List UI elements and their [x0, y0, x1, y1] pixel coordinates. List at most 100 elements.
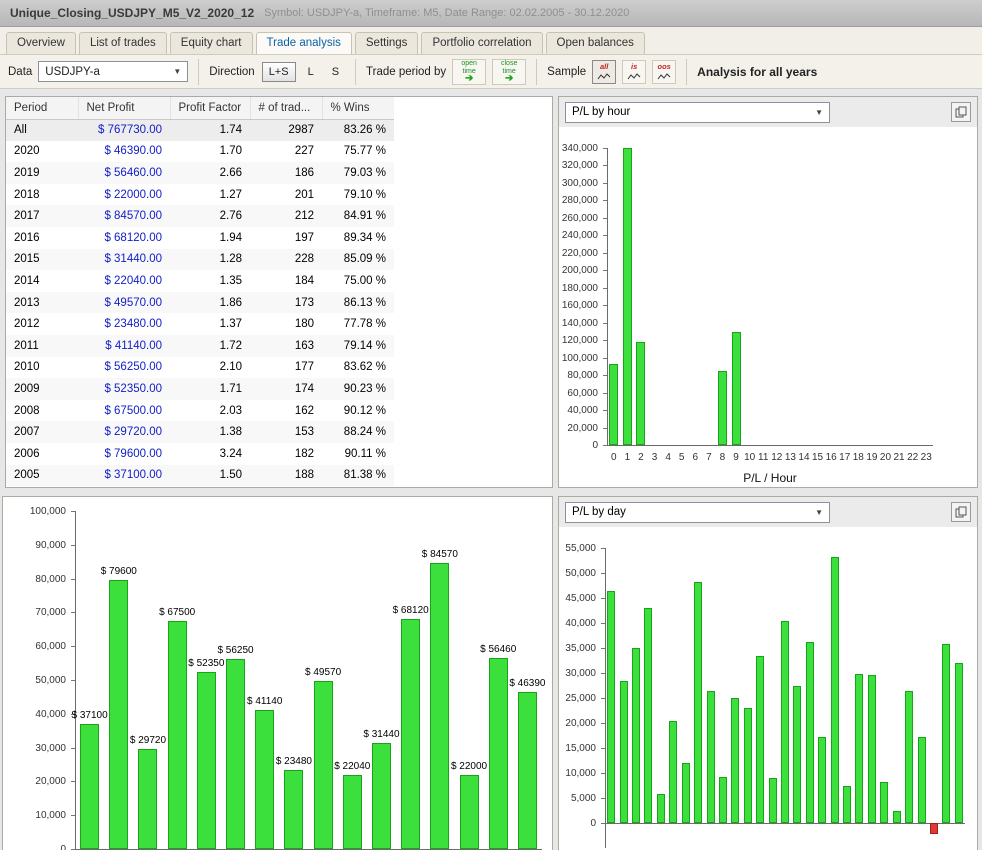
- chart-bar: [769, 778, 777, 823]
- y-axis-tick-label: 20,000: [559, 718, 596, 729]
- sample-out-of-sample-button[interactable]: oos: [652, 60, 676, 84]
- y-axis-tick-label: 40,000: [559, 618, 596, 629]
- direction-l-s-button[interactable]: L+S: [262, 62, 296, 82]
- cell-of-trad: 162: [250, 400, 322, 422]
- x-axis-tick-label: 16: [826, 452, 837, 463]
- chart-bar: [893, 811, 901, 823]
- table-row-2019[interactable]: 2019$ 56460.002.6618679.03 %: [6, 162, 394, 184]
- tab-overview[interactable]: Overview: [6, 32, 76, 54]
- table-row-2010[interactable]: 2010$ 56250.002.1017783.62 %: [6, 357, 394, 379]
- bar-value-label: $ 31440: [363, 729, 399, 740]
- table-row-2014[interactable]: 2014$ 22040.001.3518475.00 %: [6, 270, 394, 292]
- column-header-period[interactable]: Period: [6, 97, 78, 119]
- table-row-2016[interactable]: 2016$ 68120.001.9419789.34 %: [6, 227, 394, 249]
- table-row-2017[interactable]: 2017$ 84570.002.7621284.91 %: [6, 205, 394, 227]
- bar-value-label: $ 52350: [188, 658, 224, 669]
- x-axis-tick-label: 0: [611, 452, 617, 463]
- cell-period: 2007: [6, 421, 78, 443]
- tab-portfolio-correlation[interactable]: Portfolio correlation: [421, 32, 542, 54]
- table-row-2015[interactable]: 2015$ 31440.001.2822885.09 %: [6, 249, 394, 271]
- tab-open-balances[interactable]: Open balances: [546, 32, 645, 54]
- trade-period-open-time-button[interactable]: open time ➔: [452, 59, 486, 85]
- trade-period-close-time-button[interactable]: close time ➔: [492, 59, 526, 85]
- pl-by-hour-chart: 020,00040,00060,00080,000100,000120,0001…: [559, 127, 977, 487]
- y-axis-tick-label: 80,000: [3, 574, 66, 585]
- mini-chart-icon: [597, 72, 611, 81]
- table-row-2007[interactable]: 2007$ 29720.001.3815388.24 %: [6, 421, 394, 443]
- column-header-net-profit[interactable]: Net Profit: [78, 97, 170, 119]
- table-row-2020[interactable]: 2020$ 46390.001.7022775.77 %: [6, 141, 394, 163]
- tab-equity-chart[interactable]: Equity chart: [170, 32, 253, 54]
- cell-net-profit: $ 31440.00: [78, 249, 170, 271]
- cell-period: 2016: [6, 227, 78, 249]
- x-axis-tick-label: 3: [652, 452, 658, 463]
- x-axis-tick-label: 19: [866, 452, 877, 463]
- table-row-2013[interactable]: 2013$ 49570.001.8617386.13 %: [6, 292, 394, 314]
- table-row-2009[interactable]: 2009$ 52350.001.7117490.23 %: [6, 378, 394, 400]
- y-axis-tick-label: 10,000: [559, 768, 596, 779]
- y-axis-tick-label: 40,000: [559, 405, 598, 416]
- tab-list-of-trades[interactable]: List of trades: [79, 32, 167, 54]
- table-row-2018[interactable]: 2018$ 22000.001.2720179.10 %: [6, 184, 394, 206]
- copy-chart-button[interactable]: [951, 102, 971, 122]
- direction-l-button[interactable]: L: [302, 63, 320, 81]
- bar-value-label: $ 37100: [72, 710, 108, 721]
- table-row-2008[interactable]: 2008$ 67500.002.0316290.12 %: [6, 400, 394, 422]
- chart-bar: [138, 749, 157, 849]
- cell-of-trad: 197: [250, 227, 322, 249]
- column-header-of-trad[interactable]: # of trad...: [250, 97, 322, 119]
- y-axis-tick-label: 320,000: [559, 160, 598, 171]
- day-chart-selector[interactable]: P/L by day ▼: [565, 502, 830, 523]
- y-axis-tick-label: 55,000: [559, 543, 596, 554]
- chart-bar: [518, 692, 537, 849]
- chart-bar: [109, 580, 128, 849]
- column-header-profit-factor[interactable]: Profit Factor: [170, 97, 250, 119]
- table-row-2005[interactable]: 2005$ 37100.001.5018881.38 %: [6, 465, 394, 487]
- pl-by-day-panel: P/L by day ▼ 05,00010,00015,00020,00025,…: [558, 496, 978, 850]
- copy-icon: [955, 506, 967, 518]
- direction-s-button[interactable]: S: [326, 63, 345, 81]
- chart-bar: [756, 656, 764, 824]
- x-axis-tick-label: 23: [921, 452, 932, 463]
- cell-period: 2019: [6, 162, 78, 184]
- chart-bar: [855, 674, 863, 824]
- x-axis-tick-label: 22: [907, 452, 918, 463]
- analysis-title: Analysis for all years: [697, 65, 817, 79]
- chart-bar: [955, 663, 963, 823]
- table-row-2011[interactable]: 2011$ 41140.001.7216379.14 %: [6, 335, 394, 357]
- table-row-2012[interactable]: 2012$ 23480.001.3718077.78 %: [6, 313, 394, 335]
- chart-bar: [255, 710, 274, 849]
- cell-period: 2011: [6, 335, 78, 357]
- y-axis-tick-label: 100,000: [3, 506, 66, 517]
- table-row-all[interactable]: All$ 767730.001.74298783.26 %: [6, 119, 394, 141]
- chart-bar: [669, 721, 677, 824]
- x-axis-tick-label: 6: [693, 452, 699, 463]
- hour-chart-selector[interactable]: P/L by hour ▼: [565, 102, 830, 123]
- column-header-wins[interactable]: % Wins: [322, 97, 394, 119]
- y-axis-tick-label: 240,000: [559, 230, 598, 241]
- cell-net-profit: $ 79600.00: [78, 443, 170, 465]
- bar-value-label: $ 49570: [305, 667, 341, 678]
- y-axis-line: [605, 548, 606, 848]
- pl-by-year-chart: 010,00020,00030,00040,00050,00060,00070,…: [3, 497, 552, 850]
- cell-profit-factor: 1.28: [170, 249, 250, 271]
- y-axis-tick-label: 0: [559, 440, 598, 451]
- cell-wins: 90.23 %: [322, 378, 394, 400]
- copy-chart-button[interactable]: [951, 502, 971, 522]
- chart-bar: [719, 777, 727, 823]
- chart-bar: [623, 148, 632, 445]
- chart-bar: [372, 743, 391, 849]
- table-row-2006[interactable]: 2006$ 79600.003.2418290.11 %: [6, 443, 394, 465]
- x-axis-tick-label: 21: [893, 452, 904, 463]
- sample-all-button[interactable]: all: [592, 60, 616, 84]
- sample-in-sample-button[interactable]: is: [622, 60, 646, 84]
- cell-wins: 77.78 %: [322, 313, 394, 335]
- y-axis-tick-label: 60,000: [3, 641, 66, 652]
- hour-panel-header: P/L by hour ▼: [559, 97, 977, 127]
- tab-settings[interactable]: Settings: [355, 32, 419, 54]
- cell-wins: 89.34 %: [322, 227, 394, 249]
- tab-trade-analysis[interactable]: Trade analysis: [256, 32, 352, 54]
- cell-profit-factor: 1.94: [170, 227, 250, 249]
- cell-profit-factor: 1.27: [170, 184, 250, 206]
- data-symbol-select[interactable]: USDJPY-a ▼: [38, 61, 188, 82]
